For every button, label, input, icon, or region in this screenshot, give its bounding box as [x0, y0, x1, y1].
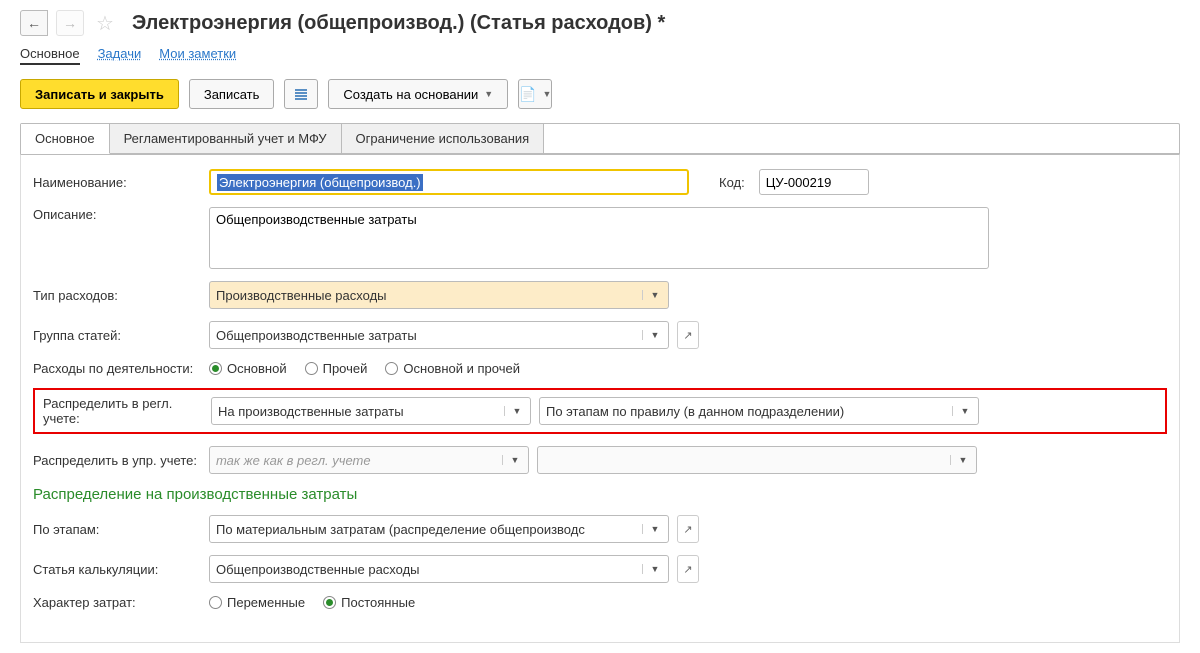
linktab-notes[interactable]: Мои заметки [159, 46, 236, 65]
chevron-down-icon: ▼ [952, 406, 972, 416]
chevron-down-icon: ▼ [950, 455, 970, 465]
dist-reg-dropdown2[interactable]: По этапам по правилу (в данном подраздел… [539, 397, 979, 425]
activity-label: Расходы по деятельности: [33, 361, 201, 376]
code-input[interactable] [759, 169, 869, 195]
folder-icon: 📄 [519, 86, 536, 103]
save-button[interactable]: Записать [189, 79, 275, 109]
chevron-down-icon: ▼ [484, 89, 493, 99]
dist-upr-label: Распределить в упр. учете: [33, 453, 201, 468]
linktab-tasks[interactable]: Задачи [98, 46, 142, 65]
forward-button[interactable]: → [56, 10, 84, 36]
open-ref-button[interactable]: ↗ [677, 515, 699, 543]
radio-main[interactable]: Основной [209, 361, 287, 376]
radio-other[interactable]: Прочей [305, 361, 368, 376]
by-stages-dropdown[interactable]: По материальным затратам (распределение … [209, 515, 669, 543]
star-icon[interactable]: ☆ [96, 11, 114, 36]
radio-icon [385, 362, 398, 375]
name-input[interactable]: Электроэнергия (общепроизвод.) [209, 169, 689, 195]
code-label: Код: [719, 175, 745, 190]
activity-radio-group: Основной Прочей Основной и прочей [209, 361, 520, 376]
toolbar: Записать и закрыть Записать Создать на о… [20, 79, 1180, 109]
tab-main[interactable]: Основное [21, 124, 110, 154]
tab-reg[interactable]: Регламентированный учет и МФУ [110, 124, 342, 153]
calc-article-dropdown[interactable]: Общепроизводственные расходы ▼ [209, 555, 669, 583]
chevron-down-icon: ▼ [542, 89, 551, 99]
type-label: Тип расходов: [33, 288, 201, 303]
radio-variable[interactable]: Переменные [209, 595, 305, 610]
open-ref-button[interactable]: ↗ [677, 555, 699, 583]
back-button[interactable]: ← [20, 10, 48, 36]
page-title: Электроэнергия (общепроизвод.) (Статья р… [132, 12, 665, 35]
dist-upr-dropdown1[interactable]: так же как в регл. учете ▼ [209, 446, 529, 474]
list-icon [295, 89, 307, 100]
create-based-button[interactable]: Создать на основании▼ [328, 79, 508, 109]
desc-textarea[interactable]: Общепроизводственные затраты [209, 207, 989, 269]
desc-label: Описание: [33, 207, 201, 222]
tabs: Основное Регламентированный учет и МФУ О… [20, 123, 1180, 154]
radio-icon [323, 596, 336, 609]
highlight-row: Распределить в регл. учете: На производс… [33, 388, 1167, 434]
cost-nature-label: Характер затрат: [33, 595, 201, 610]
form-body: Наименование: Электроэнергия (общепроизв… [20, 154, 1180, 643]
dist-reg-dropdown1[interactable]: На производственные затраты ▼ [211, 397, 531, 425]
list-icon-button[interactable] [284, 79, 318, 109]
by-stages-label: По этапам: [33, 522, 201, 537]
chevron-down-icon: ▼ [642, 290, 662, 300]
section-title: Распределение на производственные затрат… [33, 486, 1167, 503]
radio-icon [209, 596, 222, 609]
more-icon-button[interactable]: 📄▼ [518, 79, 552, 109]
chevron-down-icon: ▼ [502, 455, 522, 465]
group-label: Группа статей: [33, 328, 201, 343]
cost-nature-radio-group: Переменные Постоянные [209, 595, 415, 610]
chevron-down-icon: ▼ [642, 330, 662, 340]
radio-icon [209, 362, 222, 375]
name-label: Наименование: [33, 175, 201, 190]
group-dropdown[interactable]: Общепроизводственные затраты ▼ [209, 321, 669, 349]
save-close-button[interactable]: Записать и закрыть [20, 79, 179, 109]
chevron-down-icon: ▼ [504, 406, 524, 416]
chevron-down-icon: ▼ [642, 524, 662, 534]
tab-limit[interactable]: Ограничение использования [342, 124, 545, 153]
type-dropdown[interactable]: Производственные расходы ▼ [209, 281, 669, 309]
calc-article-label: Статья калькуляции: [33, 562, 201, 577]
radio-icon [305, 362, 318, 375]
radio-constant[interactable]: Постоянные [323, 595, 415, 610]
dist-upr-dropdown2[interactable]: ▼ [537, 446, 977, 474]
linktab-main[interactable]: Основное [20, 46, 80, 65]
dist-reg-label: Распределить в регл. учете: [43, 396, 203, 426]
radio-both[interactable]: Основной и прочей [385, 361, 520, 376]
link-tabs: Основное Задачи Мои заметки [20, 46, 1180, 65]
open-ref-button[interactable]: ↗ [677, 321, 699, 349]
chevron-down-icon: ▼ [642, 564, 662, 574]
